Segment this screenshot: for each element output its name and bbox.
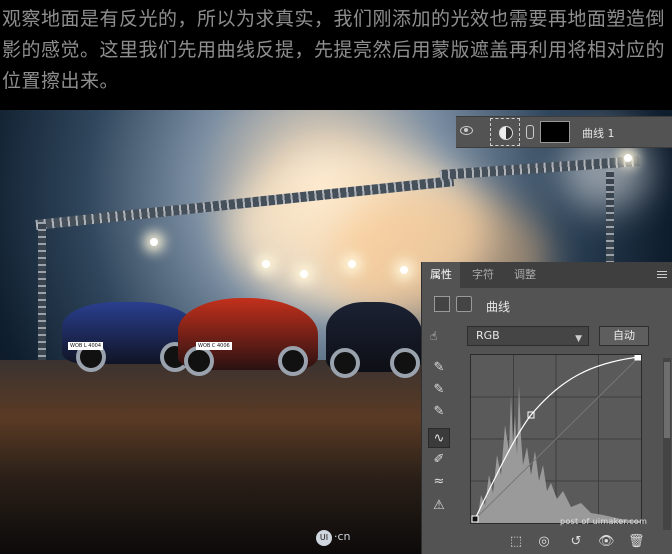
- stage-light: [150, 238, 158, 246]
- curves-graph[interactable]: [470, 353, 642, 524]
- layer-mask-thumbnail[interactable]: [540, 121, 570, 143]
- black-point-eyedropper-icon[interactable]: ✎: [428, 358, 450, 378]
- histogram: [477, 385, 641, 523]
- pencil-tool-icon[interactable]: ✐: [428, 450, 450, 470]
- point-curve-tool-icon[interactable]: ∿: [428, 428, 450, 448]
- truss-pillar: [38, 222, 46, 362]
- tab-properties[interactable]: 属性: [422, 262, 460, 288]
- license-plate: WOB L 4004: [68, 342, 103, 350]
- panel-footer: ⬚ ◎ ↺ 👁 🗑: [422, 530, 672, 554]
- curves-svg: [470, 353, 642, 524]
- visibility-eye-icon[interactable]: [460, 126, 473, 135]
- curves-icon[interactable]: [434, 296, 450, 312]
- site-watermark: UI ·cn: [316, 530, 351, 546]
- car-dark: [326, 302, 422, 378]
- tab-character[interactable]: 字符: [464, 262, 502, 288]
- view-previous-state-icon[interactable]: ◎: [536, 534, 552, 550]
- intro-text: 观察地面是有反光的，所以为求真实，我们刚添加的光效也需要再地面塑造倒影的感觉。这…: [0, 0, 672, 110]
- clip-to-layer-icon[interactable]: ⬚: [508, 534, 524, 550]
- channel-value: RGB: [476, 329, 500, 342]
- curve-tools: ✎ ✎ ✎ ∿ ✐ ≈ ⚠: [428, 358, 454, 528]
- stage-light: [624, 154, 632, 162]
- panel-tabs: 属性 字符 调整: [422, 262, 672, 288]
- car-wheel: [330, 348, 360, 378]
- stage-light: [300, 270, 308, 278]
- curve-point-black[interactable]: [471, 515, 479, 523]
- site-watermark-url: post of uimaker.com: [560, 517, 648, 526]
- clipping-warning-icon[interactable]: ⚠: [428, 496, 450, 516]
- smooth-curve-icon[interactable]: ≈: [428, 472, 450, 492]
- properties-panel: 属性 字符 调整 曲线 ☝ RGB ▼ 自动 ✎ ✎ ✎ ∿ ✐ ≈ ⚠ ⬚ ◎…: [421, 262, 672, 554]
- curves-adjustment-icon: [499, 126, 513, 140]
- license-plate: WOB C 4006: [196, 342, 232, 350]
- mask-icon[interactable]: [456, 296, 472, 312]
- stage-light: [400, 266, 408, 274]
- properties-header: 曲线: [422, 292, 672, 318]
- car-wheel: [278, 346, 308, 376]
- trash-icon[interactable]: 🗑: [628, 534, 645, 550]
- panel-menu-icon[interactable]: [657, 271, 667, 279]
- channel-row: ☝ RGB ▼ 自动: [422, 324, 672, 350]
- reset-icon[interactable]: ↺: [568, 534, 584, 550]
- toggle-visibility-eye-icon[interactable]: 👁: [598, 534, 615, 550]
- targeted-adjustment-hand-icon[interactable]: ☝: [430, 330, 448, 342]
- car-blue: WOB L 4004: [62, 302, 197, 372]
- scrollbar-thumb[interactable]: [664, 362, 670, 438]
- white-point-eyedropper-icon[interactable]: ✎: [428, 402, 450, 422]
- chain-link-icon[interactable]: [526, 125, 534, 139]
- stage-light: [348, 260, 356, 268]
- tab-adjustments[interactable]: 调整: [506, 262, 544, 288]
- auto-button[interactable]: 自动: [599, 326, 649, 346]
- car-red: WOB C 4006: [178, 298, 318, 376]
- adjustment-title: 曲线: [486, 300, 511, 314]
- gray-point-eyedropper-icon[interactable]: ✎: [428, 380, 450, 400]
- car-wheel: [184, 346, 214, 376]
- channel-select[interactable]: RGB ▼: [467, 326, 589, 346]
- adjustment-thumbnail[interactable]: [490, 118, 520, 146]
- layer-row-curves[interactable]: 曲线 1: [456, 116, 672, 148]
- stage-light: [262, 260, 270, 268]
- car-wheel: [390, 348, 420, 378]
- chevron-down-icon: ▼: [575, 334, 582, 344]
- watermark-suffix: ·cn: [334, 530, 351, 543]
- panel-scrollbar[interactable]: [663, 358, 671, 530]
- curve-point-white[interactable]: [634, 353, 642, 361]
- watermark-logo: UI: [316, 530, 332, 546]
- layer-name[interactable]: 曲线 1: [582, 125, 615, 141]
